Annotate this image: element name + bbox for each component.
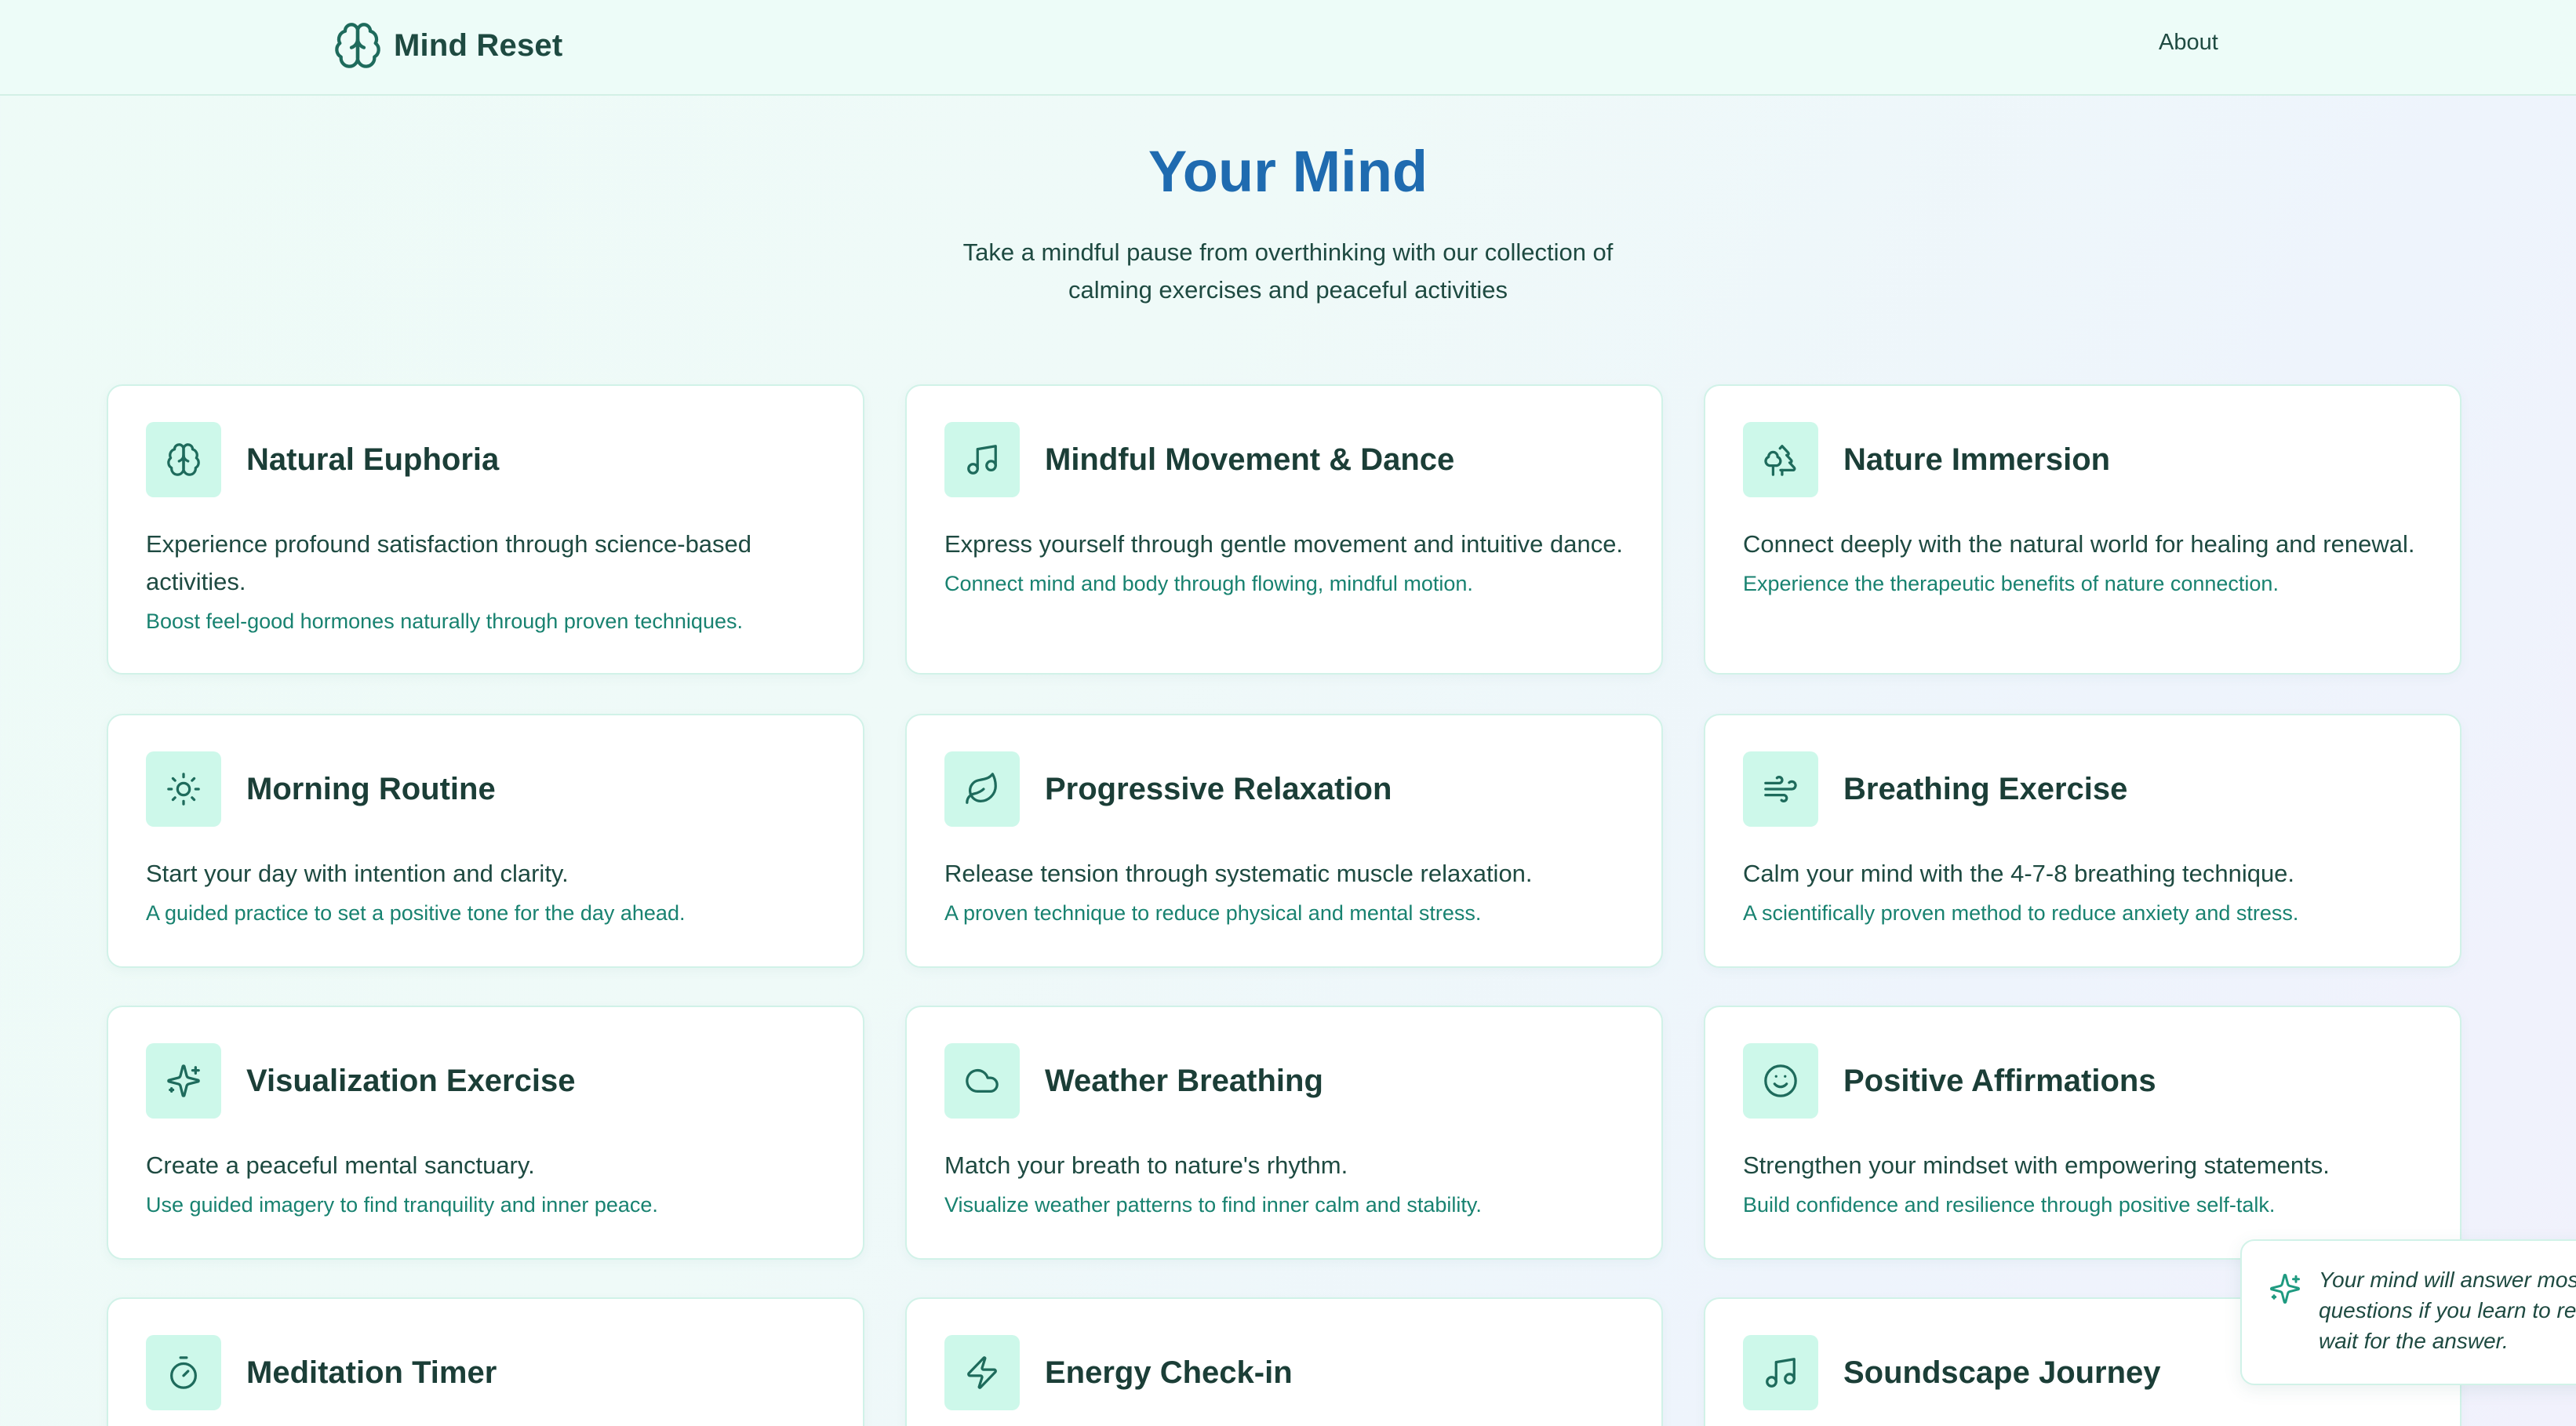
wind-icon bbox=[1743, 751, 1818, 827]
card-note: Experience the therapeutic benefits of n… bbox=[1743, 572, 2279, 595]
card-description: Strengthen your mindset with empowering … bbox=[1743, 1151, 2330, 1179]
card-note: Connect mind and body through flowing, m… bbox=[944, 572, 1473, 595]
card-note: Use guided imagery to find tranquility a… bbox=[146, 1193, 658, 1217]
activity-card-positive-affirmations[interactable]: Positive Affirmations Strengthen your mi… bbox=[1704, 1006, 2461, 1260]
card-title: Visualization Exercise bbox=[246, 1063, 576, 1098]
card-title: Meditation Timer bbox=[246, 1355, 497, 1390]
leaf-icon bbox=[944, 751, 1020, 827]
sparkles-icon bbox=[146, 1043, 221, 1119]
timer-icon bbox=[146, 1335, 221, 1410]
card-title: Progressive Relaxation bbox=[1045, 771, 1392, 806]
card-title: Mindful Movement & Dance bbox=[1045, 442, 1455, 477]
card-description: Express yourself through gentle movement… bbox=[944, 530, 1624, 558]
card-title: Soundscape Journey bbox=[1843, 1355, 2161, 1390]
activity-card-morning-routine[interactable]: Morning Routine Start your day with inte… bbox=[107, 714, 864, 968]
card-description: Create a peaceful mental sanctuary. bbox=[146, 1151, 535, 1179]
top-nav-bar: Mind Reset About bbox=[0, 0, 2576, 96]
page-subtitle: Take a mindful pause from overthinking w… bbox=[962, 238, 1614, 304]
card-note: A guided practice to set a positive tone… bbox=[146, 901, 686, 925]
activity-card-mindful-movement[interactable]: Mindful Movement & Dance Express yoursel… bbox=[905, 384, 1663, 675]
brand-logo-link[interactable]: Mind Reset bbox=[333, 17, 562, 74]
card-title: Positive Affirmations bbox=[1843, 1063, 2156, 1098]
sparkles-icon bbox=[2269, 1272, 2301, 1305]
card-description: Start your day with intention and clarit… bbox=[146, 860, 569, 887]
card-description: Experience profound satisfaction through… bbox=[146, 530, 752, 595]
card-description: Connect deeply with the natural world fo… bbox=[1743, 530, 2415, 558]
zap-icon bbox=[944, 1335, 1020, 1410]
music-icon bbox=[1743, 1335, 1818, 1410]
brain-icon bbox=[146, 422, 221, 497]
cloud-icon bbox=[944, 1043, 1020, 1119]
card-note: Boost feel-good hormones naturally throu… bbox=[146, 609, 743, 633]
activity-card-visualization-exercise[interactable]: Visualization Exercise Create a peaceful… bbox=[107, 1006, 864, 1260]
card-title: Nature Immersion bbox=[1843, 442, 2111, 477]
brain-icon bbox=[333, 20, 383, 71]
card-title: Energy Check-in bbox=[1045, 1355, 1293, 1390]
card-title: Morning Routine bbox=[246, 771, 496, 806]
smile-icon bbox=[1743, 1043, 1818, 1119]
brand-name: Mind Reset bbox=[394, 27, 563, 63]
card-title: Breathing Exercise bbox=[1843, 771, 2128, 806]
activity-card-breathing-exercise[interactable]: Breathing Exercise Calm your mind with t… bbox=[1704, 714, 2461, 968]
page-title: Your Mind bbox=[1148, 139, 1428, 204]
activity-card-meditation-timer[interactable]: Meditation Timer bbox=[107, 1297, 864, 1426]
card-note: A proven technique to reduce physical an… bbox=[944, 901, 1482, 925]
activity-card-energy-check-in[interactable]: Energy Check-in bbox=[905, 1297, 1663, 1426]
quote-text: Your mind will answer most questions if … bbox=[2319, 1268, 2576, 1353]
card-description: Match your breath to nature's rhythm. bbox=[944, 1151, 1348, 1179]
activity-card-nature-immersion[interactable]: Nature Immersion Connect deeply with the… bbox=[1704, 384, 2461, 675]
card-note: Build confidence and resilience through … bbox=[1743, 1193, 2276, 1217]
activity-card-natural-euphoria[interactable]: Natural Euphoria Experience profound sat… bbox=[107, 384, 864, 675]
card-title: Natural Euphoria bbox=[246, 442, 500, 477]
card-description: Calm your mind with the 4-7-8 breathing … bbox=[1743, 860, 2295, 887]
sun-icon bbox=[146, 751, 221, 827]
trees-icon bbox=[1743, 422, 1818, 497]
card-note: A scientifically proven method to reduce… bbox=[1743, 901, 2299, 925]
card-description: Release tension through systematic muscl… bbox=[944, 860, 1533, 887]
activity-card-progressive-relaxation[interactable]: Progressive Relaxation Release tension t… bbox=[905, 714, 1663, 968]
about-link[interactable]: About bbox=[2159, 30, 2218, 56]
card-title: Weather Breathing bbox=[1045, 1063, 1323, 1098]
music-icon bbox=[944, 422, 1020, 497]
card-note: Visualize weather patterns to find inner… bbox=[944, 1193, 1482, 1217]
activity-card-weather-breathing[interactable]: Weather Breathing Match your breath to n… bbox=[905, 1006, 1663, 1260]
quote-popup: Your mind will answer most questions if … bbox=[2240, 1239, 2576, 1385]
